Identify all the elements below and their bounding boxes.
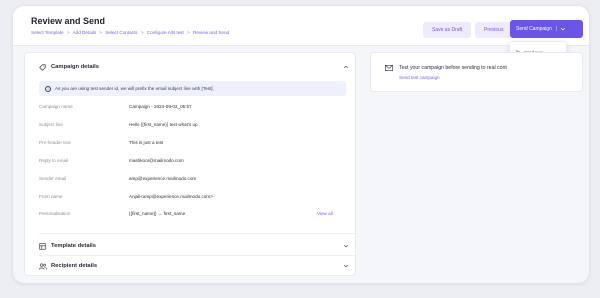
- breadcrumb-separator: >: [140, 30, 144, 35]
- breadcrumb-separator: >: [66, 30, 70, 35]
- users-icon: [39, 263, 47, 270]
- details-card: Campaign details i As you are using test…: [24, 52, 357, 276]
- template-details-header[interactable]: Template details: [25, 236, 357, 256]
- chevron-down-icon[interactable]: [343, 263, 349, 269]
- detail-value: This is just a test: [129, 140, 164, 145]
- info-text: As you are using test sender id, we will…: [55, 86, 214, 91]
- tag-icon: [39, 63, 46, 71]
- breadcrumb-configure-ab-test[interactable]: Configure A/B test: [147, 30, 184, 35]
- detail-value: mashkoor@mailmodo.com: [129, 158, 184, 163]
- breadcrumb-add-details[interactable]: Add Details: [73, 30, 97, 35]
- detail-label: From name: [39, 194, 63, 199]
- button-divider: |: [555, 26, 558, 32]
- detail-label: Personalisation: [39, 211, 71, 216]
- campaign-details-header[interactable]: Campaign details: [25, 57, 357, 77]
- detail-value: amp@experience.mailmodo.com: [129, 176, 197, 181]
- section-title: Campaign details: [51, 64, 99, 70]
- page-header: Review and Send Select Template > Add De…: [13, 6, 589, 46]
- detail-label: Campaign name: [39, 104, 73, 109]
- chevron-down-icon[interactable]: [560, 26, 566, 32]
- detail-value: {{first_name}} → first_name: [129, 211, 186, 216]
- detail-value: Hello {{first_name}} test what's up: [129, 122, 198, 127]
- template-icon: [39, 242, 46, 250]
- test-sender-info-banner: i As you are using test sender id, we wi…: [39, 81, 346, 96]
- section-title: Recipient details: [51, 263, 98, 269]
- previous-button[interactable]: Previous: [475, 22, 513, 38]
- breadcrumb-select-contacts[interactable]: Select Contacts: [105, 30, 137, 35]
- breadcrumb-review-and-send[interactable]: Review and Send: [193, 30, 229, 35]
- section-title: Template details: [51, 243, 96, 249]
- section-divider: [39, 233, 357, 234]
- chevron-down-icon[interactable]: [343, 243, 349, 249]
- breadcrumb-select-template[interactable]: Select Template: [31, 30, 64, 35]
- detail-label: Pre-header text: [39, 140, 71, 145]
- app-window: Review and Send Select Template > Add De…: [12, 5, 590, 284]
- detail-label: Subject line: [39, 122, 63, 127]
- send-campaign-label: Send Campaign: [516, 26, 552, 32]
- detail-value: Campaign - 2024-09-02_05:57: [129, 104, 192, 109]
- breadcrumb: Select Template > Add Details > Select C…: [31, 30, 231, 35]
- test-campaign-text: Test your campaign before sending to rea…: [399, 65, 507, 71]
- info-icon: i: [45, 85, 51, 92]
- page-title: Review and Send: [31, 16, 106, 26]
- mail-icon: [385, 65, 393, 71]
- test-campaign-card: Test your campaign before sending to rea…: [370, 52, 583, 92]
- send-test-campaign-link[interactable]: Send test campaign: [399, 75, 440, 80]
- save-as-draft-button[interactable]: Save as Draft: [423, 22, 472, 38]
- chevron-up-icon[interactable]: [343, 64, 349, 70]
- detail-label: Reply to email: [39, 158, 69, 163]
- detail-value: Anjali<amp@experience.mailmodo.com>: [129, 194, 213, 199]
- recipient-details-header[interactable]: Recipient details: [25, 256, 357, 276]
- breadcrumb-separator: >: [99, 30, 103, 35]
- detail-label: Sender email: [39, 176, 67, 181]
- send-campaign-button[interactable]: Send Campaign |: [510, 20, 583, 38]
- view-all-link[interactable]: View all: [317, 211, 333, 216]
- breadcrumb-separator: >: [187, 30, 190, 35]
